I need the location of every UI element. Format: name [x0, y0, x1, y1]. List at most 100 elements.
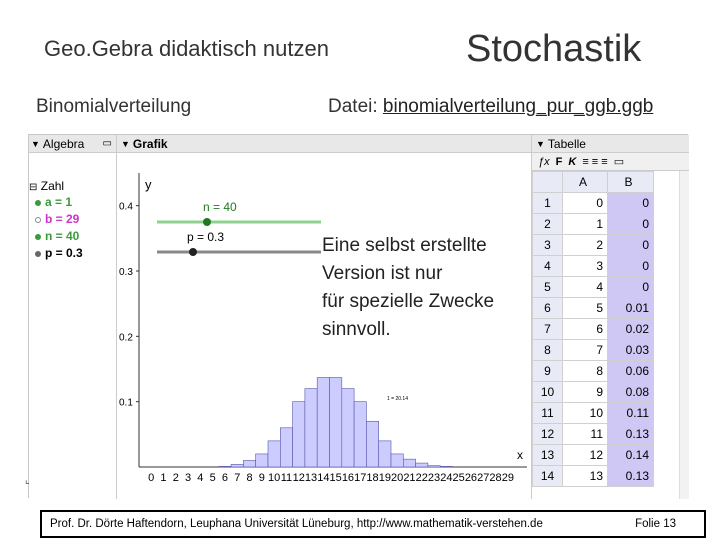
spreadsheet-panel: ▼ Tabelle ƒx F K ≡ ≡ ≡ ▭ A B 10021032043…	[531, 135, 689, 499]
bar	[255, 453, 269, 468]
header-row: A B	[532, 171, 654, 193]
row-header[interactable]: 4	[532, 255, 563, 277]
spreadsheet-titlebar[interactable]: ▼ Tabelle	[532, 135, 689, 153]
topic-title: Stochastik	[466, 28, 642, 70]
cell-b[interactable]: 0.06	[607, 360, 654, 382]
collapse-icon[interactable]: ▼	[31, 139, 40, 149]
x-tick-label: 9	[259, 472, 265, 484]
bar	[267, 440, 281, 468]
item-label: n = 40	[45, 229, 80, 243]
row-header[interactable]: 12	[532, 423, 563, 445]
italic-button[interactable]: K	[568, 156, 576, 168]
algebra-item-b[interactable]: b = 29	[35, 212, 79, 226]
cell-a[interactable]: 0	[562, 192, 608, 214]
function-icon[interactable]: ƒx	[538, 156, 550, 168]
row-header[interactable]: 9	[532, 360, 563, 382]
x-tick-label: 4	[197, 472, 203, 484]
cell-b[interactable]: 0	[607, 276, 654, 298]
algebra-item-n[interactable]: n = 40	[35, 229, 79, 243]
cell-a[interactable]: 5	[562, 297, 608, 319]
collapse-icon[interactable]: ▼	[121, 139, 130, 149]
cell-b[interactable]: 0.11	[607, 402, 654, 424]
spreadsheet-table[interactable]: A B 1 0 0 2 1 0 3 2 0 4 3 0 5 4 0 6 5 0.01 7 6 0.02 8 7 0.03 9 8 0…	[532, 171, 654, 487]
slider-p-label: p = 0.3	[187, 230, 224, 244]
x-tick-label: 15	[330, 472, 342, 484]
row-header[interactable]: 11	[532, 402, 563, 424]
visibility-dot-icon[interactable]	[35, 217, 41, 223]
cell-a[interactable]: 3	[562, 255, 608, 277]
visibility-dot-icon[interactable]	[35, 200, 41, 206]
table-row: 14 13 0.13	[532, 465, 654, 487]
cell-b[interactable]: 0.13	[607, 423, 654, 445]
file-reference: Datei: binomialverteilung_pur_ggb.ggb	[328, 96, 653, 118]
close-icon[interactable]: ▭	[103, 138, 112, 149]
y-tick-label: 0.4	[119, 202, 133, 213]
column-header-a[interactable]: A	[562, 171, 608, 193]
item-label: p = 0.3	[45, 246, 83, 260]
row-header[interactable]: 1	[532, 192, 563, 214]
bar	[243, 460, 257, 468]
row-header[interactable]: 3	[532, 234, 563, 256]
cell-a[interactable]: 6	[562, 318, 608, 340]
cell-a[interactable]: 1	[562, 213, 608, 235]
cell-a[interactable]: 13	[562, 465, 608, 487]
cell-b[interactable]: 0.14	[607, 444, 654, 466]
cell-a[interactable]: 9	[562, 381, 608, 403]
algebra-item-a[interactable]: a = 1	[35, 195, 72, 209]
cell-a[interactable]: 12	[562, 444, 608, 466]
row-header[interactable]: 7	[532, 318, 563, 340]
visibility-dot-icon[interactable]	[35, 234, 41, 240]
row-header[interactable]: 5	[532, 276, 563, 298]
column-header-b[interactable]: B	[607, 171, 654, 193]
algebra-titlebar[interactable]: ▼ Algebra ▭	[29, 135, 116, 153]
color-icon[interactable]: ▭	[614, 155, 624, 168]
bar	[427, 465, 441, 468]
spreadsheet-title: Tabelle	[547, 136, 586, 151]
note-line: Version ist nur	[322, 263, 443, 284]
cell-b[interactable]: 0	[607, 213, 654, 235]
cell-b[interactable]: 0	[607, 234, 654, 256]
row-header[interactable]: 6	[532, 297, 563, 319]
bar	[415, 462, 429, 468]
row-header[interactable]: 10	[532, 381, 563, 403]
cell-b[interactable]: 0	[607, 192, 654, 214]
x-tick-label: 19	[379, 472, 391, 484]
slider-n-handle[interactable]	[203, 218, 211, 226]
algebra-item-p[interactable]: p = 0.3	[35, 246, 83, 260]
cell-b[interactable]: 0.08	[607, 381, 654, 403]
cell-b[interactable]: 0.13	[607, 465, 654, 487]
graphics-title: Grafik	[132, 136, 168, 151]
bold-button[interactable]: F	[556, 156, 563, 168]
row-header[interactable]: 14	[532, 465, 563, 487]
graphics-titlebar[interactable]: ▼ Grafik	[117, 135, 531, 153]
bar	[341, 388, 355, 468]
x-tick-label: 3	[185, 472, 191, 484]
cell-b[interactable]: 0.01	[607, 297, 654, 319]
file-link[interactable]: binomialverteilung_pur_ggb.ggb	[383, 96, 653, 117]
cursor-icon: ⌞	[25, 475, 30, 486]
collapse-icon[interactable]: ▼	[536, 139, 545, 149]
note-line: für spezielle Zwecke	[322, 291, 495, 312]
vertical-scrollbar[interactable]	[679, 171, 689, 499]
cell-b[interactable]: 0	[607, 255, 654, 277]
cell-a[interactable]: 8	[562, 360, 608, 382]
align-icon[interactable]: ≡ ≡ ≡	[582, 156, 607, 168]
cell-a[interactable]: 2	[562, 234, 608, 256]
x-tick-label: 20	[391, 472, 403, 484]
slide-number: Folie 13	[635, 518, 676, 530]
row-header[interactable]: 13	[532, 444, 563, 466]
cell-a[interactable]: 7	[562, 339, 608, 361]
cell-b[interactable]: 0.03	[607, 339, 654, 361]
cell-a[interactable]: 10	[562, 402, 608, 424]
minus-icon[interactable]: ⊟	[29, 182, 37, 193]
footer-text: Prof. Dr. Dörte Haftendorn, Leuphana Uni…	[50, 518, 543, 530]
row-header[interactable]: 8	[532, 339, 563, 361]
row-header[interactable]: 2	[532, 213, 563, 235]
visibility-dot-icon[interactable]	[35, 251, 41, 257]
cell-a[interactable]: 4	[562, 276, 608, 298]
cell-b[interactable]: 0.02	[607, 318, 654, 340]
x-tick-label: 14	[317, 472, 329, 484]
algebra-group[interactable]: ⊟ Zahl	[29, 179, 64, 193]
cell-a[interactable]: 11	[562, 423, 608, 445]
slider-p-handle[interactable]	[189, 248, 197, 256]
